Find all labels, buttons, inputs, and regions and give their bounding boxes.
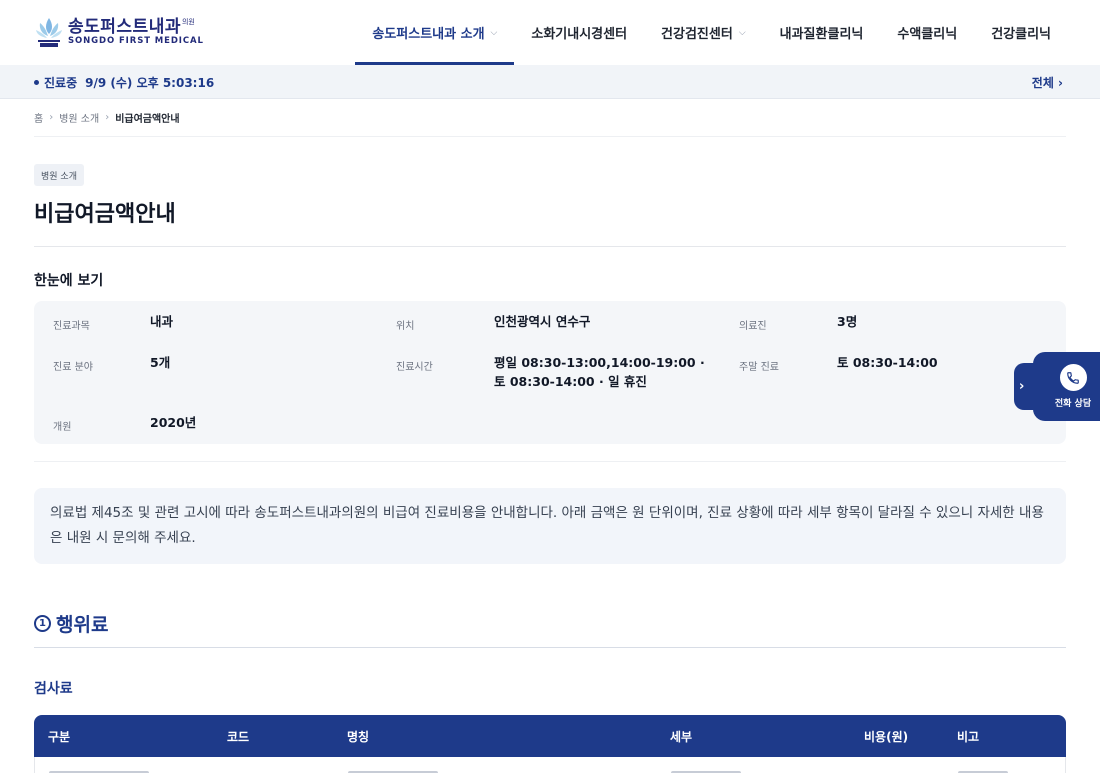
staff-value: 3명 — [837, 314, 858, 329]
opened-value: 2020년 — [150, 415, 197, 430]
page-title: 비급여금액안내 — [34, 202, 176, 227]
divider — [34, 647, 1066, 648]
table-row — [34, 757, 1066, 773]
hours-value: 평일 08:30-13:00,14:00-19:00 · 토 08:30-14:… — [494, 355, 705, 389]
location-label: 위치 — [396, 321, 415, 332]
section-number-badge: 1 — [34, 615, 51, 632]
nav-label: 수액클리닉 — [897, 27, 958, 42]
breadcrumb-about[interactable]: 병원 소개 — [59, 110, 99, 125]
dept-label: 진료과목 — [53, 321, 90, 332]
breadcrumb-current: 비급여금액안내 — [115, 114, 180, 125]
nav-label: 건강검진센터 — [661, 27, 733, 42]
nav-item-checkup[interactable]: 건강검진센터 ⌵ — [644, 0, 763, 65]
status-datetime: 9/9 (수) 오후 5:03:16 — [85, 75, 215, 90]
location-value: 인천광역시 연수구 — [494, 314, 591, 329]
main-nav: 송도퍼스트내과 소개 ⌵ 소화기내시경센터 건강검진센터 ⌵ 내과질환클리닉 수… — [355, 0, 1068, 65]
column-header: 세부 — [670, 729, 693, 744]
category-tag: 병원 소개 — [34, 164, 84, 186]
chevron-right-icon: › — [105, 112, 110, 123]
pricing-notice: 의료법 제45조 및 관련 고시에 따라 송도퍼스트내과의원의 비급여 진료비용… — [34, 488, 1066, 564]
weekend-label: 주말 진료 — [739, 362, 779, 373]
chevron-down-icon: ⌵ — [490, 27, 498, 38]
dept-value: 내과 — [150, 314, 174, 329]
nav-item-endoscopy[interactable]: 소화기내시경센터 — [514, 0, 644, 65]
column-header: 명칭 — [347, 729, 370, 744]
column-header: 비용(원) — [864, 729, 909, 744]
nav-label: 송도퍼스트내과 소개 — [372, 27, 485, 42]
nav-item-about[interactable]: 송도퍼스트내과 소개 ⌵ — [355, 0, 515, 65]
chevron-right-icon: › — [49, 112, 54, 123]
weekend-value: 토 08:30-14:00 — [837, 355, 938, 370]
subsection-title: 검사료 — [34, 681, 73, 697]
status-bar: 진료중 9/9 (수) 오후 5:03:16 전체 › — [0, 65, 1100, 99]
hours-label: 진료시간 — [396, 362, 433, 373]
chevron-down-icon: ⌵ — [738, 27, 746, 38]
column-header: 구분 — [48, 729, 71, 744]
logo-korean-text: 송도퍼스트내과 — [68, 17, 181, 37]
column-header: 비고 — [957, 729, 980, 744]
phone-icon — [1059, 364, 1087, 391]
fields-value: 5개 — [150, 355, 171, 370]
divider — [34, 461, 1066, 462]
divider — [34, 246, 1066, 247]
status-dot-icon — [34, 79, 39, 85]
status-label: 진료중 — [44, 75, 78, 90]
nav-label: 내과질환클리닉 — [779, 27, 864, 42]
chevron-right-icon: › — [1019, 379, 1025, 394]
phone-consult-button[interactable]: 전화 상담 — [1033, 352, 1100, 421]
nav-label: 소화기내시경센터 — [531, 27, 628, 42]
logo-emblem-icon — [34, 16, 64, 48]
logo-superscript: 의원 — [181, 18, 195, 26]
nav-item-health-clinic[interactable]: 건강클리닉 — [974, 0, 1068, 65]
breadcrumb-home[interactable]: 홈 — [34, 110, 43, 125]
open-status: 진료중 9/9 (수) 오후 5:03:16 — [34, 65, 214, 99]
logo-english-text: SONGDO FIRST MEDICAL — [68, 36, 204, 46]
site-logo[interactable]: 송도퍼스트내과의원 SONGDO FIRST MEDICAL — [34, 16, 204, 48]
call-label: 전화 상담 — [1054, 399, 1092, 409]
section-title: 행위료 — [56, 614, 109, 636]
breadcrumb: 홈 › 병원 소개 › 비급여금액안내 — [34, 110, 180, 125]
nav-label: 건강클리닉 — [991, 27, 1051, 42]
summary-heading: 한눈에 보기 — [34, 273, 104, 289]
site-header: 송도퍼스트내과의원 SONGDO FIRST MEDICAL 송도퍼스트내과 소… — [0, 0, 1100, 65]
opened-label: 개원 — [53, 422, 72, 433]
clinic-info-panel: 진료과목 내과 위치 인천광역시 연수구 의료진 3명 진료 분야 5개 진료시… — [34, 301, 1066, 444]
nav-item-internal-clinic[interactable]: 내과질환클리닉 — [763, 0, 881, 65]
fields-label: 진료 분야 — [53, 362, 93, 373]
nav-item-iv-clinic[interactable]: 수액클리닉 — [880, 0, 974, 65]
column-header: 코드 — [227, 729, 250, 744]
staff-label: 의료진 — [739, 321, 767, 332]
fee-table-header: 구분 코드 명칭 세부 비용(원) 비고 — [34, 715, 1066, 757]
divider — [34, 136, 1066, 137]
section-heading: 1 행위료 — [34, 610, 108, 637]
view-all-link[interactable]: 전체 › — [1032, 65, 1063, 99]
